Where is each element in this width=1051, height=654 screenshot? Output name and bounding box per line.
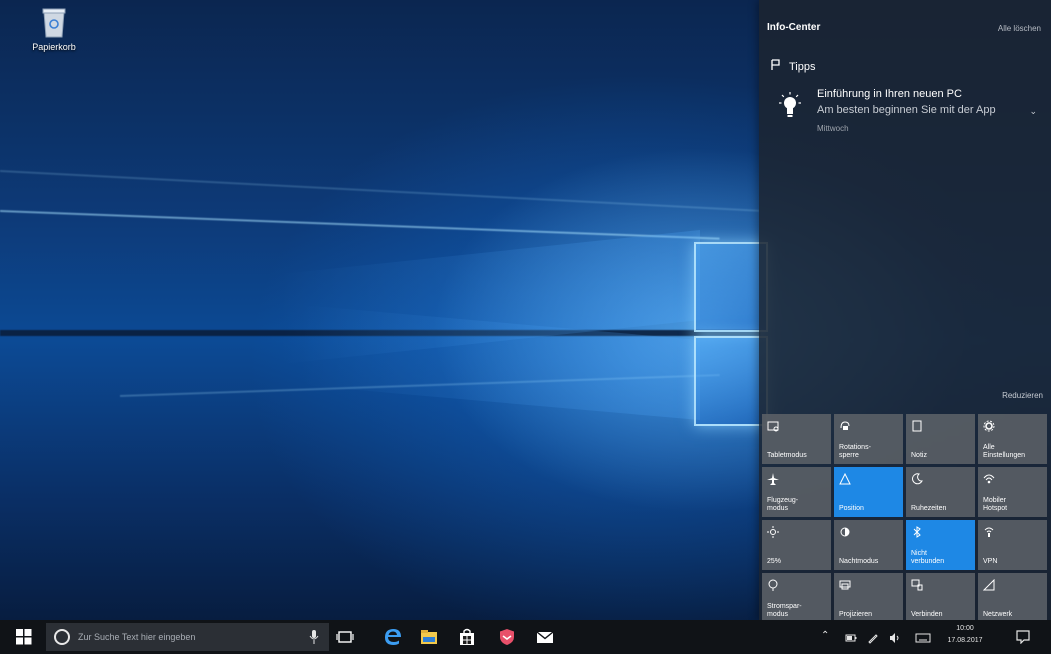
quick-action-label: Flugzeug- modus: [767, 497, 799, 512]
task-view-icon[interactable]: [336, 628, 354, 646]
pen-icon[interactable]: [867, 631, 879, 644]
quick-action-tile[interactable]: Verbinden: [906, 573, 975, 623]
cortana-icon: [54, 629, 70, 645]
windows-logo-icon: [16, 629, 32, 645]
quick-action-label: Nicht verbunden: [911, 550, 945, 565]
notification-title: Einführung in Ihren neuen PC: [817, 88, 962, 100]
quick-action-tile[interactable]: Nachtmodus: [834, 520, 903, 570]
tablet-icon: [767, 419, 779, 432]
quick-action-label: Stromspar- modus: [767, 603, 802, 618]
note-icon: [911, 419, 923, 432]
search-placeholder: Zur Suche Text hier eingeben: [78, 632, 196, 642]
mail-icon[interactable]: [536, 628, 554, 646]
clock[interactable]: 10:00 17.08.2017: [941, 623, 989, 647]
quick-action-tile[interactable]: Flugzeug- modus: [762, 467, 831, 517]
wallpaper-beam: [0, 210, 720, 240]
quick-action-tile[interactable]: Mobiler Hotspot: [978, 467, 1047, 517]
search-box[interactable]: Zur Suche Text hier eingeben: [46, 623, 329, 651]
wallpaper-window-pane: [694, 336, 768, 426]
quick-action-tile[interactable]: Position: [834, 467, 903, 517]
start-button[interactable]: [16, 629, 32, 645]
microphone-icon[interactable]: [309, 630, 319, 644]
clock-time: 10:00: [956, 625, 974, 632]
action-center-title: Info-Center: [767, 22, 821, 33]
hotspot-icon: [983, 472, 995, 484]
location-icon: [839, 472, 851, 485]
project-icon: [839, 578, 851, 590]
quick-action-tile[interactable]: Nicht verbunden: [906, 520, 975, 570]
clear-all-button[interactable]: Alle löschen: [998, 24, 1041, 33]
quick-action-label: Ruhezeiten: [911, 505, 947, 512]
quick-action-label: Alle Einstellungen: [983, 444, 1026, 459]
quick-actions-grid: Tabletmodus Rotations- sperre Notiz Alle Ei…: [762, 414, 1048, 623]
quick-action-tile[interactable]: Projizieren: [834, 573, 903, 623]
store-icon[interactable]: [458, 628, 476, 646]
connect-icon: [911, 578, 923, 591]
quick-action-label: Mobiler Hotspot: [983, 497, 1008, 512]
quick-action-tile[interactable]: VPN: [978, 520, 1047, 570]
quick-action-tile[interactable]: Netzwerk: [978, 573, 1047, 623]
quick-action-label: Tabletmodus: [767, 452, 807, 459]
recycle-bin[interactable]: Papierkorb: [26, 8, 82, 52]
system-tray: ⌃ 10:00 17.08.2017: [811, 620, 1051, 654]
chevron-down-icon[interactable]: ⌄: [1029, 106, 1037, 117]
action-center-icon[interactable]: [1016, 630, 1030, 645]
battery-saver-icon: [767, 578, 779, 591]
quick-action-tile[interactable]: Notiz: [906, 414, 975, 464]
bluetooth-icon: [911, 525, 923, 538]
recycle-bin-label: Papierkorb: [32, 42, 76, 52]
notification-group-tips[interactable]: Tipps: [771, 58, 816, 76]
chevron-up-icon[interactable]: ⌃: [821, 630, 833, 642]
quick-action-label: Notiz: [911, 452, 927, 459]
notification-group-label: Tipps: [789, 61, 816, 73]
quick-action-label: Rotations- sperre: [839, 444, 871, 459]
quick-action-label: Position: [839, 505, 864, 512]
keyboard-icon[interactable]: [915, 631, 931, 643]
quick-action-tile[interactable]: Stromspar- modus: [762, 573, 831, 623]
quick-action-label: Netzwerk: [983, 611, 1013, 618]
quick-action-label: Verbinden: [911, 611, 943, 618]
quick-action-label: Nachtmodus: [839, 558, 879, 565]
gear-icon: [983, 419, 995, 432]
wallpaper-beam: [0, 170, 760, 212]
quick-action-tile[interactable]: Rotations- sperre: [834, 414, 903, 464]
quick-action-tile[interactable]: Tabletmodus: [762, 414, 831, 464]
quick-action-tile[interactable]: Alle Einstellungen: [978, 414, 1047, 464]
notification-time: Mittwoch: [817, 124, 849, 133]
lightbulb-icon: [779, 92, 801, 122]
tips-app-icon: [771, 58, 781, 76]
taskbar: Zur Suche Text hier eingeben ⌃ 10:00 17.…: [0, 620, 1051, 654]
recycle-bin-icon: [41, 8, 67, 38]
wallpaper-window-pane: [694, 242, 768, 332]
moon-icon: [911, 472, 923, 485]
security-shield-icon[interactable]: [498, 628, 516, 646]
quick-action-label: 25%: [767, 558, 782, 565]
rotation-lock-icon: [839, 419, 851, 431]
airplane-icon: [767, 472, 779, 485]
quick-action-tile[interactable]: 25%: [762, 520, 831, 570]
edge-browser-icon[interactable]: [384, 628, 402, 646]
volume-icon[interactable]: [889, 631, 901, 643]
night-light-icon: [839, 525, 851, 537]
brightness-icon: [767, 525, 779, 538]
battery-icon[interactable]: [845, 631, 857, 643]
collapse-button[interactable]: Reduzieren: [1002, 391, 1043, 400]
notification-item[interactable]: Einführung in Ihren neuen PC Am besten b…: [777, 88, 1043, 146]
clock-date: 17.08.2017: [947, 637, 983, 644]
network-icon: [982, 578, 995, 591]
quick-action-label: VPN: [983, 558, 998, 565]
notification-body: Am besten beginnen Sie mit der App: [817, 104, 996, 116]
quick-action-tile[interactable]: Ruhezeiten: [906, 467, 975, 517]
quick-action-label: Projizieren: [839, 611, 873, 618]
vpn-icon: [983, 525, 995, 537]
file-explorer-icon[interactable]: [420, 628, 438, 646]
